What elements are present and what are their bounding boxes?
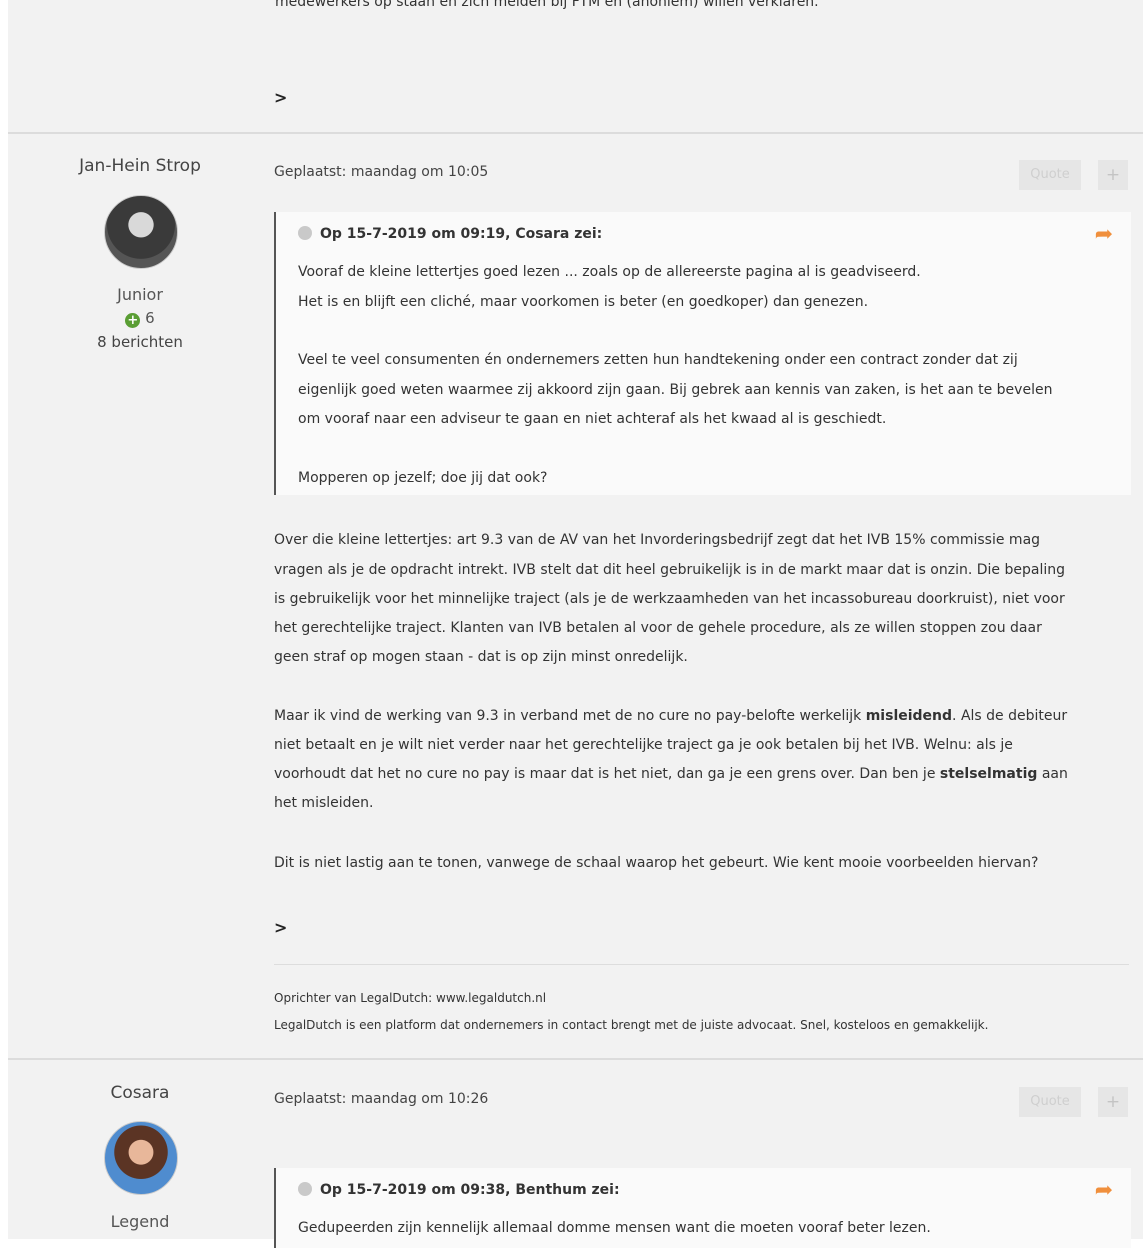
avatar[interactable] (104, 195, 178, 269)
quote-line: om vooraf naar een adviseur te gaan en n… (298, 411, 887, 427)
post-text: niet betaalt en je wilt niet verder naar… (274, 737, 1013, 753)
post-text: is gebruikelijk voor het minnelijke traj… (274, 591, 1065, 607)
post-text: het gerechtelijke traject. Klanten van I… (274, 620, 1042, 636)
post-text: geen straf op mogen staan - dat is op zi… (274, 649, 688, 665)
plus-circle-icon: + (125, 313, 141, 328)
quote-line: Mopperen op jezelf; doe jij dat ook? (298, 470, 548, 486)
signature-divider (274, 964, 1129, 965)
bold-text: misleidend (865, 708, 953, 724)
bold-text: stelselmatig (939, 766, 1038, 782)
signature-line: Oprichter van LegalDutch: www.legaldutch… (274, 991, 547, 1005)
quote-block: Op 15-7-2019 om 09:19, Cosara zei: ➦ Voo… (274, 212, 1131, 495)
author-name[interactable]: Jan-Hein Strop (50, 156, 230, 176)
post-divider (8, 132, 1143, 134)
multiquote-button[interactable]: + (1098, 160, 1128, 190)
share-icon: < (274, 88, 288, 107)
prev-share-button[interactable]: < (274, 88, 287, 107)
post-divider (8, 1058, 1143, 1060)
prev-post-text: medewerkers op staan en zich melden bij … (275, 0, 819, 10)
signature-line: LegalDutch is een platform dat onderneme… (274, 1018, 989, 1032)
quote-header[interactable]: Op 15-7-2019 om 09:19, Cosara zei: (298, 226, 602, 242)
quote-button[interactable]: Quote (1019, 160, 1081, 190)
post-text: Maar ik vind de werking van 9.3 in verba… (274, 708, 1068, 724)
quote-block: Op 15-7-2019 om 09:38, Benthum zei: ➦ Ge… (274, 1168, 1131, 1248)
posted-date: Geplaatst: maandag om 10:05 (274, 164, 489, 180)
post-text: voorhoudt dat het no cure no pay is maar… (274, 766, 1068, 782)
author-name[interactable]: Cosara (50, 1083, 230, 1103)
multiquote-button[interactable]: + (1098, 1087, 1128, 1117)
reputation: + 6 (50, 309, 230, 328)
post-text: Dit is niet lastig aan te tonen, vanwege… (274, 855, 1039, 871)
quote-dot-icon (298, 226, 312, 240)
quote-line: eigenlijk goed weten waarmee zij akkoord… (298, 382, 1053, 398)
quote-button[interactable]: Quote (1019, 1087, 1081, 1117)
author-rank: Junior (117, 285, 163, 304)
quote-line: Vooraf de kleine lettertjes goed lezen .… (298, 264, 921, 280)
quote-line: Het is en blijft een cliché, maar voorko… (298, 294, 869, 310)
author-rank: Legend (110, 1212, 170, 1231)
post-count: 8 berichten (97, 333, 183, 351)
quote-line: Gedupeerden zijn kennelijk allemaal domm… (298, 1220, 931, 1236)
quote-line: Veel te veel consumenten én ondernemers … (298, 352, 1018, 368)
reputation-value: 6 (145, 309, 155, 327)
quote-dot-icon (298, 1182, 312, 1196)
reply-arrow-icon[interactable]: ➦ (1095, 222, 1113, 247)
share-button[interactable]: < (274, 918, 287, 937)
posted-date: Geplaatst: maandag om 10:26 (274, 1091, 489, 1107)
post-text: vragen als je de opdracht intrekt. IVB s… (274, 562, 1065, 578)
avatar[interactable] (104, 1121, 178, 1195)
reply-arrow-icon[interactable]: ➦ (1095, 1178, 1113, 1203)
share-icon: < (274, 918, 288, 937)
post-text: Over die kleine lettertjes: art 9.3 van … (274, 532, 1041, 548)
post-text: het misleiden. (274, 795, 374, 811)
quote-header[interactable]: Op 15-7-2019 om 09:38, Benthum zei: (298, 1182, 620, 1198)
